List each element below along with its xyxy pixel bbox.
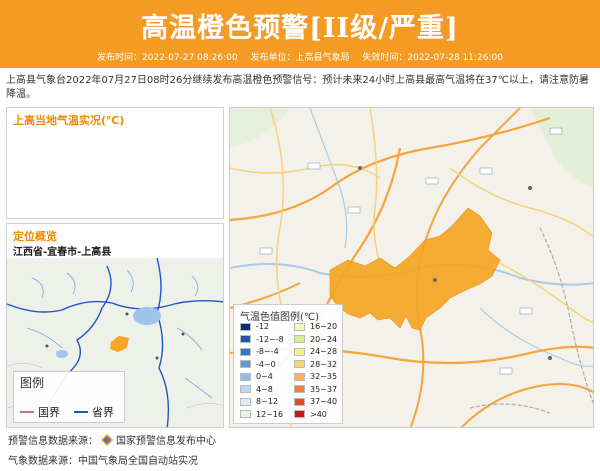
legend-swatch — [240, 372, 251, 381]
legend-swatch — [294, 322, 305, 331]
temperature-legend-item: 12~16 — [240, 410, 283, 419]
national-border-line-icon — [20, 411, 34, 413]
legend-label: 12~16 — [256, 409, 284, 419]
warning-description: 上高县气象台2022年07月27日08时26分继续发布高温橙色预警信号：预计未来… — [6, 75, 590, 100]
temperature-legend-item: 37~40 — [294, 397, 337, 406]
legend-label: 24~28 — [310, 347, 338, 356]
temperature-legend-item: 16~20 — [294, 322, 337, 331]
legend-label: -12~-8 — [256, 334, 284, 344]
legend-swatch — [294, 385, 305, 393]
warning-meta: 发布时间：2022-07-27 08:26:00 发布单位：上高县气象局 失效时… — [0, 50, 600, 63]
province-border-line-icon — [74, 411, 88, 413]
overview-legend: 图例 国界 省界 — [13, 371, 125, 423]
temperature-legend-item: 24~28 — [294, 347, 337, 356]
legend-label: 35~37 — [310, 384, 338, 394]
temperature-legend-item: 8~12 — [240, 397, 278, 406]
temperature-legend-item: 32~35 — [294, 372, 337, 381]
overview-map[interactable]: 图例 国界 省界 — [7, 258, 223, 427]
legend-swatch — [294, 360, 305, 368]
temperature-legend-item: 28~32 — [294, 360, 337, 369]
temperature-legend-item: -4~0 — [240, 360, 276, 369]
legend-swatch — [294, 410, 305, 418]
legend-swatch — [240, 322, 251, 331]
warning-source-line: 预警信息数据来源： 国家预警信息发布中心 — [8, 432, 216, 447]
legend-swatch — [294, 335, 305, 343]
temperature-legend-item: 0~4 — [240, 372, 273, 381]
legend-swatch — [240, 335, 251, 343]
location-name: 江西省-宜春市-上高县 — [13, 247, 112, 258]
legend-label: -12 — [256, 322, 270, 331]
legend-province-border: 省界 — [74, 404, 114, 420]
legend-label: 32~35 — [310, 372, 338, 381]
legend-swatch — [240, 397, 251, 406]
legend-label: >40 — [310, 409, 327, 419]
legend-swatch — [240, 410, 251, 418]
legend-swatch — [240, 360, 251, 368]
warning-source-label: 预警信息数据来源： — [8, 436, 98, 447]
warning-center-logo-icon — [101, 434, 113, 446]
temperature-legend-item: -12 — [240, 322, 269, 331]
legend-label: 4~8 — [256, 384, 273, 394]
legend-label: 0~4 — [256, 372, 273, 381]
legend-swatch — [294, 347, 305, 356]
temperature-legend-item: 20~24 — [294, 335, 337, 344]
overview-legend-title: 图例 — [20, 376, 45, 390]
legend-swatch — [240, 347, 251, 356]
main-map[interactable]: 气温色值图例(℃) -12 16~20 -12~-8 20~24 -8~-4 24~28 -… — [229, 107, 594, 428]
issuer: 发布单位：上高县气象局 — [250, 53, 350, 63]
province-border-label: 省界 — [92, 406, 114, 419]
weather-source-line: 气象数据来源：中国气象局全国自动站实况 — [8, 456, 198, 467]
legend-swatch — [240, 385, 251, 393]
legend-label: -4~0 — [256, 359, 276, 369]
temperature-legend-item: >40 — [294, 410, 327, 419]
temperature-legend: 气温色值图例(℃) -12 16~20 -12~-8 20~24 -8~-4 24~28 -… — [233, 304, 343, 424]
temperature-legend-item: -8~-4 — [240, 347, 279, 356]
legend-label: -8~-4 — [256, 347, 279, 356]
location-panel-title: 定位概览 — [13, 230, 57, 243]
legend-swatch — [294, 372, 305, 381]
legend-label: 20~24 — [310, 334, 338, 344]
legend-swatch — [294, 397, 305, 406]
location-panel: 定位概览 江西省-宜春市-上高县 图例 国界 省界 — [6, 223, 224, 428]
national-border-label: 国界 — [38, 406, 60, 419]
legend-label: 8~12 — [256, 397, 278, 406]
temperature-legend-item: 4~8 — [240, 385, 273, 394]
warning-title: 高温橙色预警[II级/严重] — [141, 13, 459, 44]
temperature-legend-title: 气温色值图例(℃) — [240, 312, 320, 323]
expire-time: 失效时间：2022-07-28 11:26:00 — [362, 53, 503, 63]
temperature-legend-item: 35~37 — [294, 385, 337, 394]
warning-source-name[interactable]: 国家预警信息发布中心 — [116, 436, 216, 447]
temperature-legend-item: -12~-8 — [240, 335, 284, 344]
issue-time: 发布时间：2022-07-27 08:26:00 — [97, 53, 238, 63]
legend-national-border: 国界 — [20, 404, 60, 420]
legend-label: 37~40 — [310, 397, 338, 406]
temperature-panel-title: 上高当地气温实况(℃) — [13, 114, 125, 127]
warning-page: 高温橙色预警[II级/严重] 发布时间：2022-07-27 08:26:00 … — [0, 0, 600, 471]
legend-label: 16~20 — [310, 322, 338, 331]
warning-header: 高温橙色预警[II级/严重] 发布时间：2022-07-27 08:26:00 … — [0, 0, 600, 68]
temperature-panel: 上高当地气温实况(℃) — [6, 107, 224, 219]
legend-label: 28~32 — [310, 359, 338, 369]
